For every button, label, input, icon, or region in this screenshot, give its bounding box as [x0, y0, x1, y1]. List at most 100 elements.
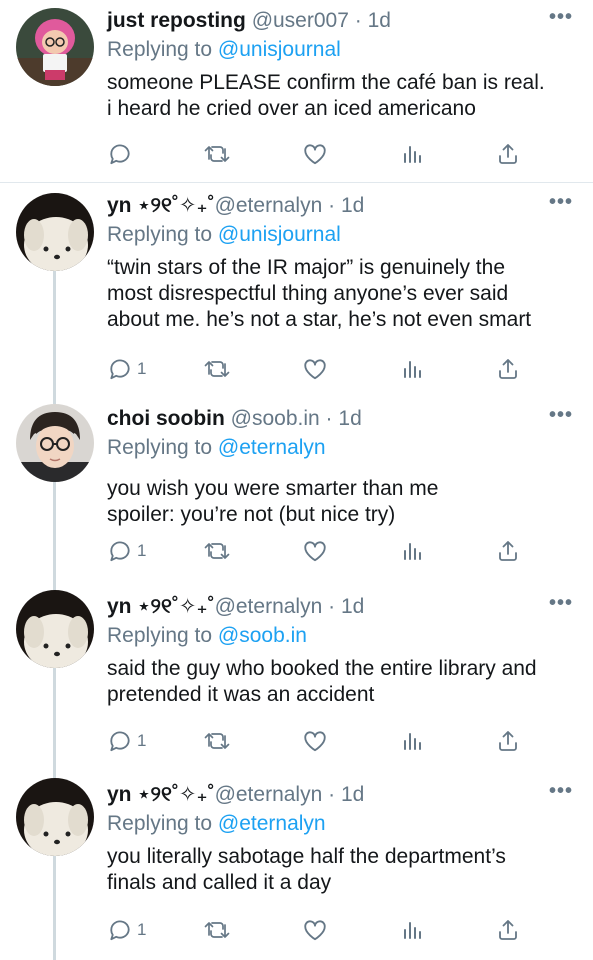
analytics-button[interactable] — [400, 537, 424, 565]
reply-button[interactable]: 1 — [107, 916, 146, 944]
name-decoration: ⋆୨୧˚✧₊˚ — [131, 783, 215, 806]
more-options-icon[interactable]: ••• — [549, 781, 573, 801]
tweet-item[interactable]: choi soobin @soob.in · 1d ••• Replying t… — [0, 390, 593, 580]
replying-prefix: Replying to — [107, 436, 218, 459]
display-name[interactable]: choi soobin — [107, 407, 225, 430]
reply-count: 1 — [137, 731, 147, 750]
replying-prefix: Replying to — [107, 223, 218, 246]
timestamp[interactable]: 1d — [341, 194, 364, 217]
tweet-item[interactable]: yn ⋆୨୧˚✧₊˚@eternalyn · 1d ••• Replying t… — [0, 183, 593, 390]
user-handle[interactable]: @eternalyn — [215, 194, 323, 217]
thread-line — [53, 668, 56, 770]
reply-button[interactable] — [107, 140, 137, 168]
tweet-feed: just reposting @user007 · 1d ••• Replyin… — [0, 0, 593, 960]
share-icon — [496, 538, 520, 564]
mention-link[interactable]: @unisjournal — [218, 223, 341, 246]
share-icon — [496, 728, 520, 754]
retweet-icon — [203, 917, 231, 943]
replying-prefix: Replying to — [107, 812, 218, 835]
mention-link[interactable]: @eternalyn — [218, 436, 326, 459]
analytics-button[interactable] — [400, 140, 424, 168]
mention-link[interactable]: @eternalyn — [218, 812, 326, 835]
user-handle[interactable]: @soob.in — [231, 407, 320, 430]
share-button[interactable] — [496, 916, 520, 944]
retweet-button[interactable] — [203, 537, 231, 565]
reply-icon — [107, 728, 133, 754]
avatar[interactable] — [16, 590, 94, 668]
heart-icon — [302, 728, 328, 754]
mention-link[interactable]: @unisjournal — [218, 38, 341, 61]
share-icon — [496, 141, 520, 167]
more-options-icon[interactable]: ••• — [549, 593, 573, 613]
timestamp[interactable]: 1d — [368, 9, 391, 32]
share-button[interactable] — [496, 355, 520, 383]
like-button[interactable] — [302, 355, 328, 383]
reply-icon — [107, 538, 133, 564]
like-button[interactable] — [302, 140, 328, 168]
more-options-icon[interactable]: ••• — [549, 7, 573, 27]
avatar[interactable] — [16, 778, 94, 856]
retweet-button[interactable] — [203, 916, 231, 944]
heart-icon — [302, 141, 328, 167]
tweet-actions: 1 — [107, 727, 527, 755]
thread-line — [53, 770, 56, 778]
tweet-item[interactable]: yn ⋆୨୧˚✧₊˚@eternalyn · 1d ••• Replying t… — [0, 580, 593, 770]
reply-count: 1 — [137, 541, 147, 560]
tweet-header: yn ⋆୨୧˚✧₊˚@eternalyn · 1d ••• — [107, 593, 577, 620]
separator: · — [322, 595, 341, 618]
mention-link[interactable]: @soob.in — [218, 624, 307, 647]
replying-prefix: Replying to — [107, 38, 218, 61]
display-name[interactable]: just reposting — [107, 9, 246, 32]
retweet-button[interactable] — [203, 727, 231, 755]
thread-line — [53, 390, 56, 404]
more-options-icon[interactable]: ••• — [549, 192, 573, 212]
analytics-button[interactable] — [400, 916, 424, 944]
avatar[interactable] — [16, 404, 94, 482]
reply-button[interactable]: 1 — [107, 355, 146, 383]
timestamp[interactable]: 1d — [338, 407, 361, 430]
separator: · — [322, 783, 341, 806]
retweet-button[interactable] — [203, 355, 231, 383]
analytics-icon — [400, 917, 424, 943]
display-name[interactable]: yn — [107, 194, 132, 217]
retweet-icon — [203, 356, 231, 382]
replying-to: Replying to @eternalyn — [107, 434, 577, 462]
avatar[interactable] — [16, 8, 94, 86]
retweet-button[interactable] — [203, 140, 231, 168]
reply-icon — [107, 917, 133, 943]
reply-button[interactable]: 1 — [107, 537, 146, 565]
tweet-actions — [107, 140, 527, 168]
reply-icon — [107, 356, 133, 382]
share-button[interactable] — [496, 537, 520, 565]
share-icon — [496, 356, 520, 382]
display-name[interactable]: yn — [107, 595, 132, 618]
share-button[interactable] — [496, 727, 520, 755]
tweet-item[interactable]: yn ⋆୨୧˚✧₊˚@eternalyn · 1d ••• Replying t… — [0, 770, 593, 960]
analytics-button[interactable] — [400, 727, 424, 755]
user-handle[interactable]: @eternalyn — [215, 595, 323, 618]
like-button[interactable] — [302, 916, 328, 944]
timestamp[interactable]: 1d — [341, 595, 364, 618]
reply-icon — [107, 141, 133, 167]
more-options-icon[interactable]: ••• — [549, 405, 573, 425]
display-name[interactable]: yn — [107, 783, 132, 806]
like-button[interactable] — [302, 727, 328, 755]
tweet-text: you literally sabotage half the departme… — [107, 845, 506, 894]
replying-prefix: Replying to — [107, 624, 218, 647]
tweet-item[interactable]: just reposting @user007 · 1d ••• Replyin… — [0, 0, 593, 182]
analytics-icon — [400, 356, 424, 382]
user-handle[interactable]: @user007 — [252, 9, 349, 32]
like-button[interactable] — [302, 537, 328, 565]
avatar[interactable] — [16, 193, 94, 271]
share-button[interactable] — [496, 140, 520, 168]
analytics-button[interactable] — [400, 355, 424, 383]
tweet-header: choi soobin @soob.in · 1d ••• — [107, 405, 577, 432]
timestamp[interactable]: 1d — [341, 783, 364, 806]
user-handle[interactable]: @eternalyn — [215, 783, 323, 806]
tweet-actions: 1 — [107, 916, 527, 944]
tweet-text: someone PLEASE confirm the café ban is r… — [107, 71, 545, 120]
tweet-text: said the guy who booked the entire libra… — [107, 657, 537, 706]
reply-button[interactable]: 1 — [107, 727, 146, 755]
analytics-icon — [400, 141, 424, 167]
tweet-header: yn ⋆୨୧˚✧₊˚@eternalyn · 1d ••• — [107, 192, 577, 219]
